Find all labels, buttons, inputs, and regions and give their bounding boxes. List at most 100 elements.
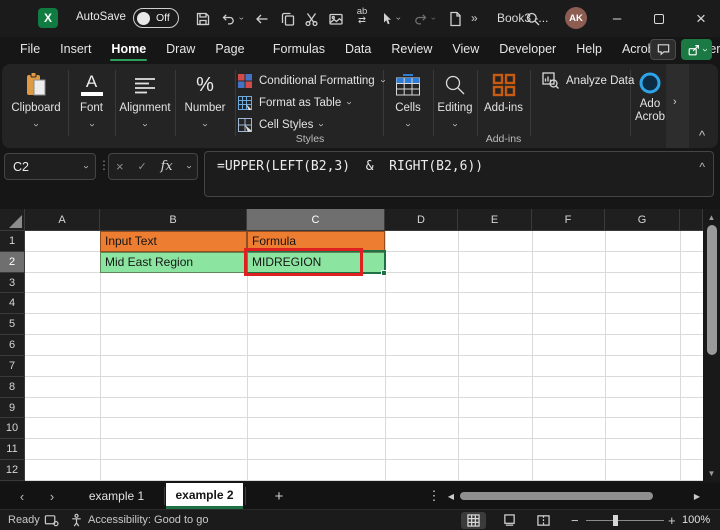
row-header-2[interactable]: 2	[0, 251, 25, 273]
touch-mode-button[interactable]	[376, 9, 396, 29]
row-header-9[interactable]: 9	[0, 397, 25, 419]
macro-record-icon[interactable]	[44, 513, 59, 528]
enter-check-icon[interactable]: ✓	[137, 160, 146, 173]
font-group-button[interactable]: A Font ›	[68, 68, 115, 132]
row-header-10[interactable]: 10	[0, 418, 25, 440]
name-box-chevron-icon[interactable]: ›	[80, 165, 91, 168]
back-button[interactable]	[252, 9, 272, 29]
select-all-button[interactable]	[0, 209, 25, 231]
tab-review[interactable]: Review	[381, 37, 442, 62]
zoom-out-button[interactable]: −	[571, 513, 579, 528]
sheet-tab-example-2[interactable]: example 2	[166, 483, 243, 509]
column-header-e[interactable]: E	[458, 209, 532, 231]
cell-b1[interactable]: Input Text	[100, 231, 247, 252]
minimize-button[interactable]: –	[598, 0, 636, 37]
column-header-d[interactable]: D	[385, 209, 458, 231]
vertical-scrollbar[interactable]: ▲ ▼	[703, 209, 720, 481]
cells-group-button[interactable]: Cells ›	[383, 68, 433, 132]
column-header-a[interactable]: A	[25, 209, 100, 231]
new-file-button[interactable]	[445, 9, 465, 29]
collapse-formula-bar-icon[interactable]: ^	[699, 160, 705, 174]
cut-button[interactable]	[302, 9, 322, 29]
row-header-11[interactable]: 11	[0, 439, 25, 461]
formula-input[interactable]: =UPPER(LEFT(B2,3) & RIGHT(B2,6)) ^	[204, 151, 714, 197]
close-button[interactable]: ×	[682, 0, 720, 37]
avatar[interactable]: AK	[565, 7, 587, 29]
row-header-8[interactable]: 8	[0, 376, 25, 398]
tab-help[interactable]: Help	[566, 37, 612, 62]
undo-button[interactable]	[218, 9, 238, 29]
zoom-level[interactable]: 100%	[682, 514, 710, 526]
column-header-f[interactable]: F	[532, 209, 605, 231]
row-header-5[interactable]: 5	[0, 314, 25, 336]
sheet-options-icon[interactable]: ⋮	[424, 483, 444, 509]
analyze-data-button[interactable]: Analyze Data	[542, 72, 634, 89]
tab-data[interactable]: Data	[335, 37, 381, 62]
fx-chevron-icon[interactable]: ›	[183, 165, 194, 168]
save-button[interactable]	[193, 9, 213, 29]
sheet-tab-example-1[interactable]: example 1	[70, 483, 163, 509]
cancel-icon[interactable]: ×	[116, 159, 124, 174]
comments-button[interactable]	[650, 39, 676, 60]
column-header-g[interactable]: G	[605, 209, 680, 231]
vertical-scrollbar-thumb[interactable]	[706, 225, 717, 355]
sheet-nav-left-icon[interactable]: ‹	[8, 483, 36, 509]
tab-home[interactable]: Home	[101, 37, 156, 62]
copy-button[interactable]	[278, 9, 298, 29]
column-header-b[interactable]: B	[100, 209, 247, 231]
redo-button[interactable]	[411, 9, 431, 29]
hscroll-right-icon[interactable]: ▶	[690, 483, 704, 509]
alignment-group-button[interactable]: Alignment ›	[115, 68, 175, 132]
sheet-nav-right-icon[interactable]: ›	[38, 483, 66, 509]
grid-body[interactable]: Input Text Formula Mid East Region MIDRE…	[25, 231, 703, 481]
page-layout-view-button[interactable]	[497, 512, 522, 529]
tab-file[interactable]: File	[10, 37, 50, 62]
format-as-table-button[interactable]: Format as Table ›	[238, 92, 382, 114]
new-sheet-button[interactable]: +	[266, 483, 292, 509]
tab-developer[interactable]: Developer	[489, 37, 566, 62]
collapse-ribbon-icon[interactable]: ^	[699, 128, 705, 143]
addins-group-button[interactable]: Add-ins	[477, 68, 530, 114]
scroll-down-icon[interactable]: ▼	[703, 467, 720, 479]
tab-view[interactable]: View	[442, 37, 489, 62]
horizontal-scrollbar-thumb[interactable]	[460, 492, 653, 500]
translate-button[interactable]: ab ⇄	[352, 7, 372, 27]
search-button[interactable]	[523, 9, 543, 29]
cell-b2[interactable]: Mid East Region	[100, 252, 247, 273]
normal-view-button[interactable]	[461, 512, 486, 529]
column-header-partial[interactable]	[680, 209, 703, 231]
page-break-view-button[interactable]	[531, 512, 556, 529]
name-box[interactable]: C2 ›	[4, 153, 96, 180]
ribbon-overflow-chevron-icon[interactable]: ›	[673, 96, 677, 108]
zoom-slider-track[interactable]	[586, 520, 664, 521]
column-header-c[interactable]: C	[247, 209, 385, 231]
autosave-toggle[interactable]: Off	[133, 8, 179, 28]
tab-page-layout[interactable]: Page Layout	[205, 37, 263, 80]
tab-formulas[interactable]: Formulas	[263, 37, 335, 62]
insert-function-button[interactable]: fx	[161, 159, 173, 174]
row-header-6[interactable]: 6	[0, 335, 25, 356]
redo-menu-chevron-icon[interactable]: ›	[429, 17, 439, 20]
undo-menu-chevron-icon[interactable]: ›	[237, 17, 247, 20]
touch-mode-chevron-icon[interactable]: ›	[394, 17, 404, 20]
row-header-1[interactable]: 1	[0, 231, 25, 252]
paste-picture-button[interactable]	[326, 9, 346, 29]
maximize-button[interactable]	[640, 0, 678, 37]
scroll-up-icon[interactable]: ▲	[703, 211, 720, 223]
accessibility-status[interactable]: Accessibility: Good to go	[88, 514, 208, 526]
acrobat-button[interactable]: Ado Acrob	[634, 68, 666, 124]
share-button[interactable]: ›	[681, 39, 712, 60]
clipboard-group-button[interactable]: Clipboard ›	[4, 68, 68, 132]
fill-handle[interactable]	[381, 270, 387, 276]
editing-group-button[interactable]: Editing ›	[433, 68, 477, 132]
zoom-slider-thumb[interactable]	[613, 515, 618, 526]
row-header-12[interactable]: 12	[0, 460, 25, 481]
row-header-7[interactable]: 7	[0, 355, 25, 377]
tab-insert[interactable]: Insert	[50, 37, 101, 62]
row-header-3[interactable]: 3	[0, 272, 25, 294]
hscroll-left-icon[interactable]: ◀	[444, 483, 458, 509]
number-group-button[interactable]: % Number ›	[175, 68, 235, 132]
more-commands-icon[interactable]: »	[471, 11, 478, 25]
zoom-in-button[interactable]: +	[668, 513, 676, 528]
tab-draw[interactable]: Draw	[156, 37, 205, 62]
